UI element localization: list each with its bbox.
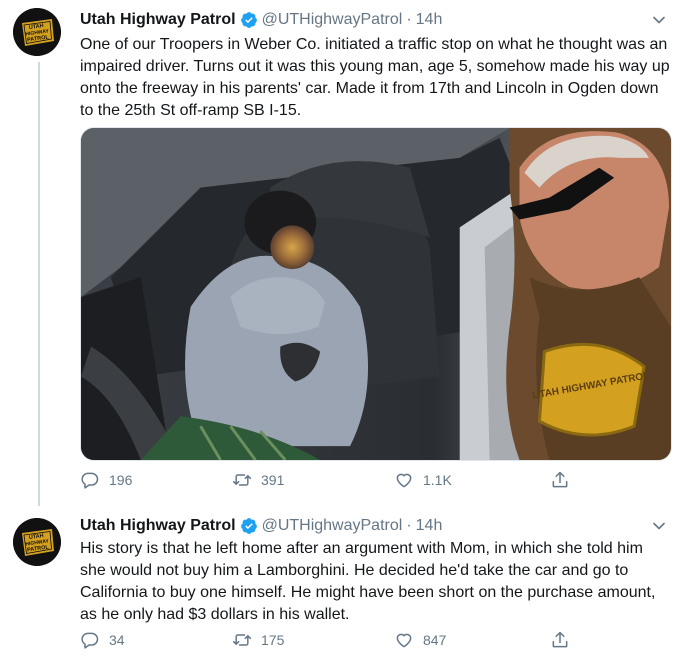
share-button[interactable] — [550, 630, 579, 650]
thread-connector — [38, 62, 40, 506]
like-button[interactable]: 847 — [394, 630, 446, 650]
tweet-photo[interactable]: UTAH HIGHWAY PATROL — [80, 127, 672, 461]
avatar[interactable]: UTAH HIGHWAY PATROL — [13, 518, 61, 566]
like-count: 1.1K — [423, 472, 452, 488]
retweet-icon — [232, 634, 252, 646]
tweet[interactable]: UTAH HIGHWAY PATROL Utah Highway Patrol … — [0, 0, 686, 506]
reply-icon — [81, 472, 99, 489]
separator-dot: · — [406, 517, 412, 534]
author-name[interactable]: Utah Highway Patrol — [80, 517, 236, 535]
retweet-button[interactable]: 175 — [232, 630, 284, 650]
like-button[interactable]: 1.1K — [394, 470, 452, 490]
reply-count: 196 — [109, 472, 133, 488]
utah-highway-patrol-logo: UTAH HIGHWAY PATROL — [13, 8, 61, 56]
utah-highway-patrol-logo: UTAH HIGHWAY PATROL — [13, 518, 61, 566]
avatar[interactable]: UTAH HIGHWAY PATROL — [13, 8, 61, 56]
tweet-header: Utah Highway Patrol @UTHighwayPatrol · 1… — [80, 9, 646, 31]
like-count: 847 — [423, 632, 447, 648]
reply-button[interactable]: 196 — [80, 470, 132, 490]
timestamp[interactable]: 14h — [416, 11, 443, 29]
reply-icon — [81, 632, 99, 649]
tweet-actions: 34 175 847 — [80, 630, 600, 652]
retweet-button[interactable]: 391 — [232, 470, 284, 490]
chevron-down-icon[interactable] — [652, 13, 666, 27]
photo-trooper-and-child-in-car: UTAH HIGHWAY PATROL — [81, 128, 671, 460]
author-handle[interactable]: @UTHighwayPatrol — [262, 517, 403, 535]
tweet-text: One of our Troopers in Weber Co. initiat… — [80, 36, 670, 119]
author-name[interactable]: Utah Highway Patrol — [80, 11, 236, 29]
retweet-count: 175 — [261, 632, 285, 648]
heart-icon — [396, 633, 412, 648]
chevron-down-icon[interactable] — [652, 519, 666, 533]
author-handle[interactable]: @UTHighwayPatrol — [262, 11, 403, 29]
separator-dot: · — [406, 11, 412, 28]
reply-count: 34 — [109, 632, 125, 648]
heart-icon — [396, 473, 412, 488]
share-button[interactable] — [550, 470, 579, 490]
reply-button[interactable]: 34 — [80, 630, 125, 650]
share-icon — [552, 631, 568, 648]
retweet-icon — [232, 474, 252, 486]
timestamp[interactable]: 14h — [416, 517, 443, 535]
share-icon — [552, 471, 568, 488]
retweet-count: 391 — [261, 472, 285, 488]
tweet[interactable]: UTAH HIGHWAY PATROL Utah Highway Patrol … — [0, 506, 686, 662]
tweet-actions: 196 391 1.1K — [80, 470, 600, 492]
verified-badge-icon — [240, 11, 258, 29]
tweet-header: Utah Highway Patrol @UTHighwayPatrol · 1… — [80, 515, 646, 537]
tweet-text: His story is that he left home after an … — [80, 540, 656, 623]
verified-badge-icon — [240, 517, 258, 535]
